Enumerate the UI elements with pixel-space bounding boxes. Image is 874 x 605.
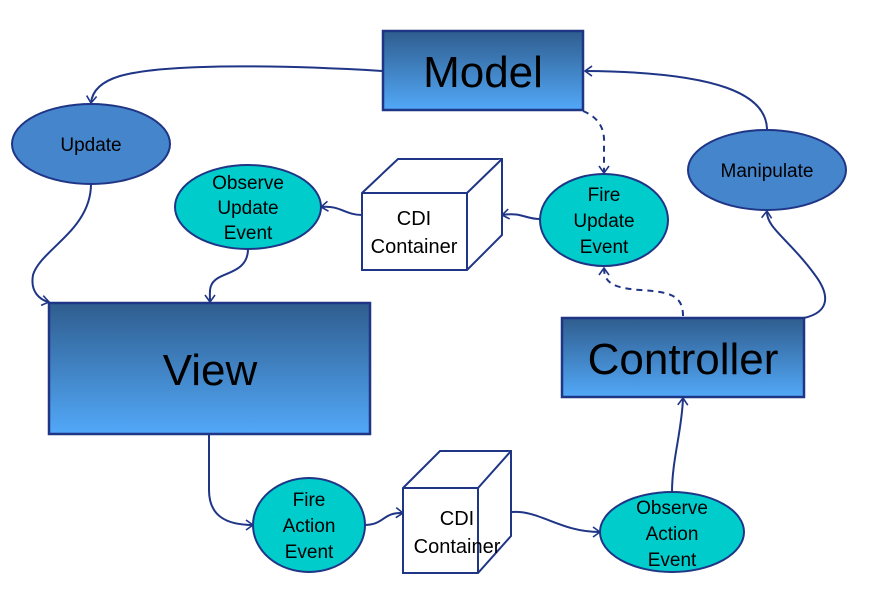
cdi-container-bottom-line-1: CDI [440, 508, 474, 530]
model-box[interactable]: Model [381, 29, 585, 112]
observe-action-event-line-1: Observe [636, 498, 708, 519]
observe-update-event-line-2: Update [217, 198, 278, 219]
edge-model-to-update [85, 65, 384, 105]
edge-cdi-container-to-observe-action-event [511, 510, 602, 538]
cdi-container-bottom-line-2: Container [414, 536, 501, 558]
edge-controller-to-fire-update-event [598, 266, 684, 317]
fire-update-event-line-1: Fire [588, 185, 621, 206]
cdi-container-top-line-1: CDI [397, 208, 431, 230]
observe-update-event-line-1: Observe [212, 173, 284, 194]
view-box[interactable]: View [47, 301, 372, 436]
edge-controller-to-manipulate [760, 209, 827, 319]
observe-update-event-ellipse[interactable]: Observe Update Event [174, 164, 322, 250]
observe-update-event-line-3: Event [224, 223, 273, 244]
fire-action-event-line-1: Fire [293, 490, 326, 511]
fire-update-event-ellipse[interactable]: Fire Update Event [539, 173, 669, 267]
controller-box[interactable]: Controller [560, 316, 806, 399]
edge-model-to-fire-update-event [582, 110, 610, 175]
fire-action-event-line-2: Action [283, 516, 336, 537]
edge-update-to-view [31, 183, 92, 307]
manipulate-label: Manipulate [721, 161, 814, 182]
model-label: Model [423, 48, 543, 97]
fire-action-event-line-3: Event [285, 542, 334, 563]
edge-view-to-fire-action-event [208, 434, 255, 531]
cdi-container-top-cube[interactable]: CDI Container [361, 158, 503, 271]
cdi-container-bottom-cube[interactable]: CDI Container [402, 450, 512, 574]
edge-manipulate-to-model [583, 65, 768, 131]
edge-fire-update-event-to-cdi-container [500, 208, 541, 220]
edge-fire-action-event-to-cdi-container [363, 507, 405, 526]
update-label: Update [60, 135, 121, 156]
observe-action-event-line-2: Action [646, 524, 699, 545]
edge-cdi-container-to-observe-update-event [319, 200, 363, 216]
view-label: View [163, 346, 258, 395]
edge-observe-update-event-to-view [204, 248, 249, 304]
fire-action-event-ellipse[interactable]: Fire Action Event [252, 477, 366, 573]
manipulate-ellipse[interactable]: Manipulate [687, 129, 847, 211]
mvc-diagram: Model View Controller Update Manipulate … [11, 29, 847, 574]
update-ellipse[interactable]: Update [11, 103, 171, 185]
observe-action-event-ellipse[interactable]: Observe Action Event [599, 491, 745, 573]
edge-observe-action-event-to-controller [671, 396, 689, 493]
controller-label: Controller [588, 335, 779, 384]
cdi-container-top-line-2: Container [371, 236, 458, 258]
fire-update-event-line-3: Event [580, 237, 629, 258]
observe-action-event-line-3: Event [648, 550, 697, 571]
fire-update-event-line-2: Update [573, 211, 634, 232]
